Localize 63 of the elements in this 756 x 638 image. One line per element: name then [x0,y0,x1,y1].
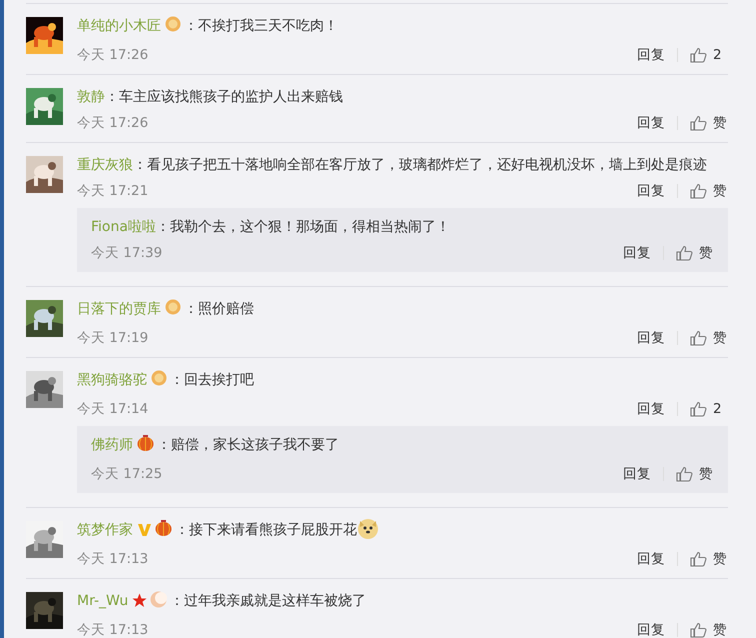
like-button[interactable]: 2 [678,42,728,68]
like-button[interactable]: 赞 [678,178,728,204]
lantern-icon [155,520,172,537]
thumbs-up-icon [690,551,707,567]
timestamp: 今天 17:25 [91,465,162,484]
comment-text: 日落下的贾库 ：照价赔偿 [77,298,255,319]
like-label: 赞 [699,465,713,484]
thumbs-up-icon [690,330,707,346]
like-button[interactable]: 赞 [678,325,728,351]
reply-link[interactable]: 回复 [637,184,678,198]
thumbs-up-icon [690,47,707,63]
reply-link[interactable]: 回复 [637,331,678,345]
comment-text: Fiona啦啦：我勒个去，这个狠！那场面，得相当热闹了！ [91,218,451,237]
like-button[interactable]: 赞 [664,461,714,487]
like-label: 赞 [713,329,727,348]
like-label: 赞 [713,114,727,133]
like-button[interactable]: 赞 [678,546,728,572]
timestamp: 今天 17:39 [91,244,162,263]
timestamp: 今天 17:13 [77,621,148,638]
comment-text: Mr-_Wu ：过年我亲戚就是这样车被烧了 [77,590,368,611]
like-label: 2 [713,46,722,65]
moon-icon [150,591,168,608]
reply-link[interactable]: 回复 [623,467,664,481]
medal-icon [165,299,181,316]
like-button[interactable]: 2 [678,396,728,422]
comment-text: 重庆灰狼：看见孩子把五十落地响全部在客厅放了，玻璃都炸烂了，还好电视机没坏，墙上到处是痕迹 [77,156,708,175]
reply-link[interactable]: 回复 [637,552,678,566]
dog-face-emoji-icon [357,517,379,539]
lantern-icon [137,435,154,452]
thumbs-up-icon [690,622,707,638]
timestamp: 今天 17:14 [77,400,148,419]
comment-text: 佛药师 ：赔偿，家长这孩子我不要了 [91,434,340,455]
like-label: 赞 [713,621,727,638]
like-button[interactable]: 赞 [678,617,728,638]
timestamp: 今天 17:26 [77,46,148,65]
reply-link[interactable]: 回复 [637,402,678,416]
like-label: 2 [713,400,722,419]
thumbs-up-icon [690,115,707,131]
star-icon [132,593,148,608]
like-button[interactable]: 赞 [678,110,728,136]
thumbs-up-icon [690,401,707,417]
like-label: 赞 [713,550,727,569]
reply-link[interactable]: 回复 [623,246,664,260]
reply-link[interactable]: 回复 [637,116,678,130]
timestamp: 今天 17:26 [77,114,148,133]
comment-text: 筑梦作家 ：接下来请看熊孩子屁股开花 [77,517,728,546]
comment-text: 敦静：车主应该找熊孩子的监护人出来赔钱 [77,88,344,107]
v-badge-icon [137,522,152,537]
timestamp: 今天 17:19 [77,329,148,348]
timestamp: 今天 17:13 [77,550,148,569]
timestamp: 今天 17:21 [77,182,148,201]
comment-text: 黑狗骑骆驼 ：回去挨打吧 [77,369,255,390]
medal-icon [151,370,167,387]
comment-text: 单纯的小木匠 ：不挨打我三天不吃肉！ [77,15,339,36]
medal-icon [165,16,181,33]
thumbs-up-icon [676,245,693,261]
thumbs-up-icon [690,183,707,199]
like-button[interactable]: 赞 [664,240,714,266]
reply-link[interactable]: 回复 [637,623,678,637]
thumbs-up-icon [676,466,693,482]
like-label: 赞 [713,182,727,201]
reply-link[interactable]: 回复 [637,48,678,62]
like-label: 赞 [699,244,713,263]
